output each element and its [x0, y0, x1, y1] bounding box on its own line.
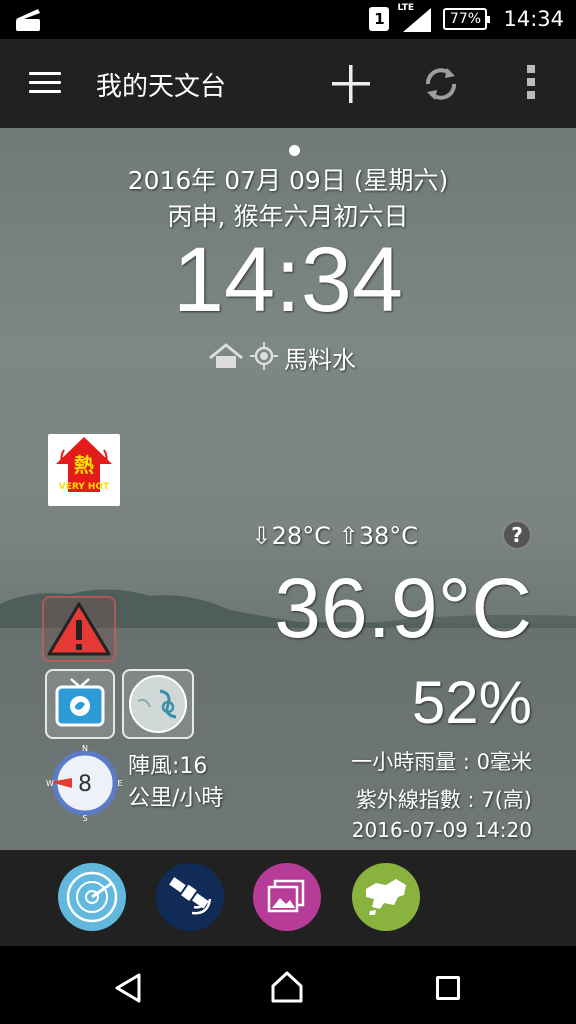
rainfall: 一小時雨量 : 0毫米: [351, 750, 532, 774]
battery-icon: 77%: [443, 8, 491, 30]
very-hot-warning-icon[interactable]: 熱 VERY HOT: [48, 434, 120, 506]
signal-icon: LTE: [397, 3, 433, 32]
humidity: 52%: [411, 669, 532, 736]
min-temp: ⇩28°C: [251, 522, 331, 550]
update-time: 2016-07-09 14:20: [351, 818, 532, 842]
network-type: LTE: [397, 3, 415, 13]
system-nav-bar: [0, 946, 576, 1024]
uv-index: 紫外線指數 : 7(高): [355, 788, 532, 812]
wind-compass-icon: N E S W 8: [46, 744, 124, 823]
recent-apps-icon[interactable]: [436, 976, 460, 1000]
satellite-icon: [169, 877, 212, 915]
typhoon-icon: [129, 675, 187, 733]
refresh-icon[interactable]: [421, 64, 461, 104]
app-bar: 我的天文台: [0, 39, 576, 128]
back-icon[interactable]: [113, 972, 143, 1008]
typhoon-track-button[interactable]: [122, 669, 194, 739]
tv-weather-button[interactable]: [45, 669, 115, 739]
page-indicator: [289, 145, 300, 156]
compass-n: N: [82, 744, 88, 753]
tv-icon: [55, 678, 105, 727]
warning-button[interactable]: [42, 596, 116, 662]
location-row[interactable]: 馬料水: [208, 340, 356, 375]
home-icon: [208, 342, 244, 374]
sim-icon: 1: [369, 7, 390, 31]
compass-e: E: [117, 779, 122, 788]
weather-background: 2016年 07月 09日 (星期六) 丙申, 猴年六月初六日 14:34 馬料…: [0, 128, 576, 850]
photo-icon: [267, 879, 305, 913]
home-nav-icon[interactable]: [270, 970, 304, 1008]
clock-time: 14:34: [172, 229, 404, 331]
max-temp: ⇧38°C: [338, 522, 418, 550]
status-clock: 14:34: [503, 7, 564, 31]
status-bar: 1 LTE 77% 14:34: [0, 0, 576, 39]
wind-unit: 公里/小時: [128, 786, 224, 811]
current-temperature: 36.9°C: [274, 561, 532, 655]
menu-icon[interactable]: [29, 72, 61, 96]
very-hot-english: VERY HOT: [59, 482, 110, 492]
min-max-temp: ⇩28°C ⇧38°C: [252, 522, 418, 550]
wind-gust: 陣風:16: [128, 754, 208, 779]
very-hot-chinese: 熱: [74, 453, 94, 477]
shortcut-bar: [0, 850, 576, 946]
help-icon[interactable]: ?: [502, 520, 532, 550]
radar-icon: [66, 871, 118, 923]
compass-w: W: [46, 779, 54, 788]
warning-triangle-icon: [47, 602, 111, 656]
compass-s: S: [82, 814, 87, 822]
radar-button[interactable]: [58, 863, 126, 931]
location-name: 馬料水: [284, 346, 356, 374]
overflow-menu-icon[interactable]: [524, 65, 538, 103]
hk-map-icon: [366, 879, 406, 915]
notification-icon: [14, 7, 42, 37]
gps-icon: [250, 341, 278, 374]
photo-button[interactable]: [253, 863, 321, 931]
wind-speed-value: 8: [78, 772, 92, 797]
date-text: 2016年 07月 09日 (星期六): [127, 166, 449, 195]
app-title: 我的天文台: [96, 72, 227, 102]
hk-map-button[interactable]: [352, 863, 420, 931]
add-icon[interactable]: [332, 65, 370, 103]
satellite-button[interactable]: [156, 863, 224, 931]
